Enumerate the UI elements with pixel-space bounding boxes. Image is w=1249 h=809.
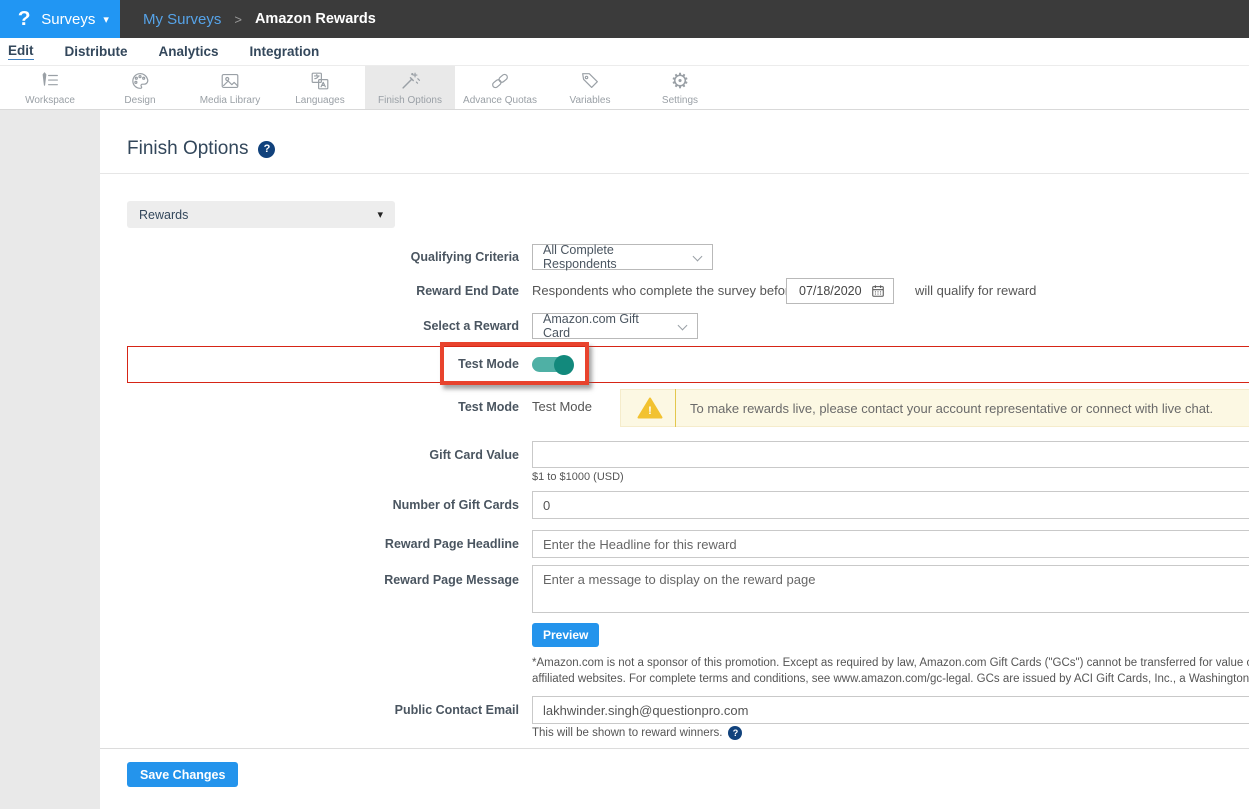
finish-section-dropdown[interactable]: Rewards ▾: [127, 201, 395, 228]
gift-card-value-helper: $1 to $1000 (USD): [532, 471, 624, 483]
chevron-down-icon: [678, 321, 688, 331]
toolbar-item-workspace[interactable]: Workspace: [5, 66, 95, 109]
chevron-down-icon: ▾: [103, 13, 109, 26]
main-nav-tabs: Edit Distribute Analytics Integration: [0, 38, 1249, 66]
toolbar-label: Settings: [662, 95, 698, 106]
toggle-knob: [554, 355, 574, 375]
title-divider: [100, 173, 1249, 174]
warning-text: To make rewards live, please contact you…: [690, 401, 1213, 416]
page-title-text: Finish Options: [127, 138, 248, 160]
toolbar-label: Finish Options: [378, 95, 442, 106]
gift-card-value-input[interactable]: [532, 441, 1249, 468]
palette-icon: [129, 70, 151, 93]
questionpro-logo-icon: ?: [18, 8, 31, 31]
preview-button[interactable]: Preview: [532, 623, 599, 647]
qualifying-criteria-select[interactable]: All Complete Respondents: [532, 244, 713, 270]
reward-end-date-input[interactable]: 07/18/2020: [786, 278, 894, 304]
toolbar-label: Languages: [295, 95, 345, 106]
help-icon[interactable]: ?: [258, 141, 275, 158]
email-helper-text: This will be shown to reward winners.: [532, 727, 722, 739]
toolbar-label: Design: [124, 95, 155, 106]
breadcrumb-current-survey: Amazon Rewards: [255, 11, 376, 27]
test-mode-status-value: Test Mode: [532, 394, 592, 420]
translate-icon: [309, 70, 331, 93]
image-icon: [219, 70, 241, 93]
select-a-reward-select[interactable]: Amazon.com Gift Card: [532, 313, 698, 339]
number-of-gift-cards-input[interactable]: [532, 491, 1249, 519]
reward-page-message-label: Reward Page Message: [100, 567, 519, 593]
surveys-menu-label: Surveys: [41, 11, 95, 28]
number-of-gift-cards-label: Number of Gift Cards: [100, 492, 519, 518]
test-mode-toggle-switch[interactable]: [532, 355, 574, 374]
gift-card-value-label: Gift Card Value: [100, 442, 519, 468]
calendar-icon: [871, 284, 885, 298]
gear-icon: ⚙: [671, 70, 690, 93]
toolbar-label: Workspace: [25, 95, 75, 106]
disclaimer-line-2: affiliated websites. For complete terms …: [532, 671, 1249, 687]
tab-integration[interactable]: Integration: [250, 44, 320, 59]
public-contact-email-helper: This will be shown to reward winners. ?: [532, 726, 742, 740]
toolbar-item-variables[interactable]: Variables: [545, 66, 635, 109]
chain-links-icon: [489, 70, 511, 93]
breadcrumb-my-surveys[interactable]: My Surveys: [143, 11, 221, 28]
toolbar-item-design[interactable]: Design: [95, 66, 185, 109]
footer-divider: [100, 748, 1249, 749]
toolbar-label: Media Library: [200, 95, 261, 106]
qualifying-criteria-label: Qualifying Criteria: [100, 244, 519, 270]
section-dropdown-value: Rewards: [139, 208, 188, 222]
toolbar-item-media-library[interactable]: Media Library: [185, 66, 275, 109]
app-window: ? Surveys ▾ My Surveys > Amazon Rewards …: [0, 0, 1249, 809]
reward-end-date-suffix: will qualify for reward: [915, 278, 1036, 304]
caret-down-icon: ▾: [377, 208, 383, 221]
breadcrumb: My Surveys > Amazon Rewards: [143, 0, 376, 38]
tag-icon: [579, 70, 601, 93]
tab-distribute[interactable]: Distribute: [65, 44, 128, 59]
toolbar-item-languages[interactable]: Languages: [275, 66, 365, 109]
toolbar-item-settings[interactable]: ⚙ Settings: [635, 66, 725, 109]
reward-end-date-value: 07/18/2020: [799, 284, 862, 298]
toolbar-item-advance-quotas[interactable]: Advance Quotas: [455, 66, 545, 109]
toolbar-item-finish-options[interactable]: Finish Options: [365, 66, 455, 109]
qualifying-criteria-value: All Complete Respondents: [543, 243, 684, 271]
amazon-disclaimer-text: *Amazon.com is not a sponsor of this pro…: [532, 655, 1249, 687]
select-a-reward-value: Amazon.com Gift Card: [543, 312, 669, 340]
reward-page-message-textarea[interactable]: [532, 565, 1249, 613]
public-contact-email-label: Public Contact Email: [100, 697, 519, 723]
chevron-down-icon: [693, 252, 703, 262]
reward-end-date-label: Reward End Date: [100, 278, 519, 304]
surveys-app-menu[interactable]: ? Surveys ▾: [0, 0, 120, 38]
magic-wand-icon: [399, 70, 421, 93]
warning-triangle-icon: !: [637, 396, 663, 420]
finish-options-panel: Finish Options ? Rewards ▾ Qualifying Cr…: [100, 110, 1249, 809]
test-mode-warning-banner: ! To make rewards live, please contact y…: [620, 389, 1249, 427]
public-contact-email-input[interactable]: [532, 696, 1249, 724]
reward-page-headline-input[interactable]: [532, 530, 1249, 558]
reward-end-date-prefix: Respondents who complete the survey befo…: [532, 278, 797, 304]
help-icon[interactable]: ?: [728, 726, 742, 740]
test-mode-toggle-label: Test Mode: [100, 351, 519, 377]
svg-text:!: !: [648, 405, 652, 417]
reward-page-headline-label: Reward Page Headline: [100, 531, 519, 557]
topbar: ? Surveys ▾ My Surveys > Amazon Rewards: [0, 0, 1249, 38]
warning-divider: [675, 389, 676, 427]
select-a-reward-label: Select a Reward: [100, 313, 519, 339]
test-mode-status-label: Test Mode: [100, 394, 519, 420]
tab-edit[interactable]: Edit: [8, 43, 34, 60]
workspace-icon: [39, 70, 61, 93]
toolbar-label: Variables: [570, 95, 611, 106]
edit-toolbar: Workspace Design Media Library Languages…: [0, 66, 1249, 110]
toolbar-label: Advance Quotas: [463, 95, 537, 106]
disclaimer-line-1: *Amazon.com is not a sponsor of this pro…: [532, 655, 1249, 671]
tab-analytics[interactable]: Analytics: [159, 44, 219, 59]
save-changes-button[interactable]: Save Changes: [127, 762, 238, 787]
breadcrumb-separator: >: [234, 12, 242, 27]
page-title: Finish Options ?: [127, 138, 275, 160]
